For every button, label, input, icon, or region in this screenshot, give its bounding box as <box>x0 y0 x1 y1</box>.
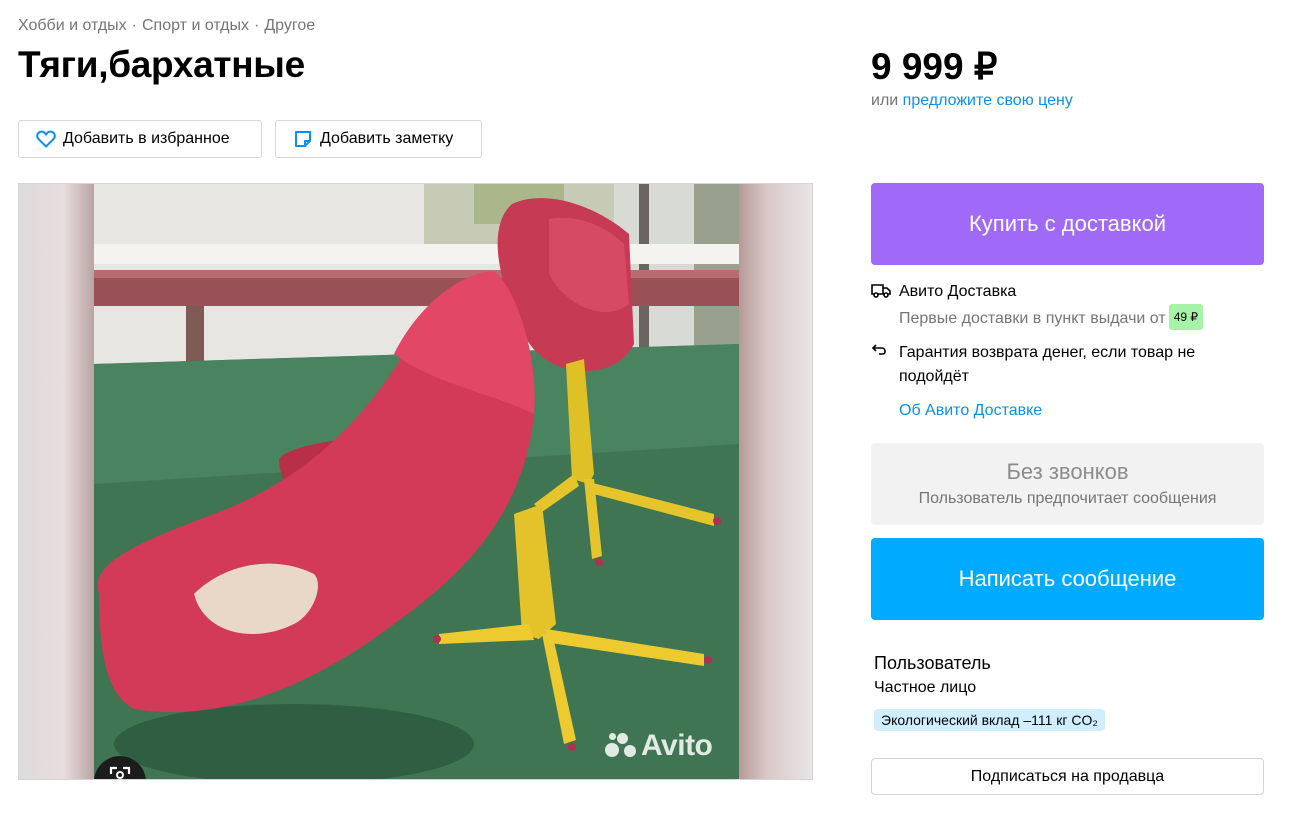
first-delivery-line: Первые доставки в пункт выдачи от 49 ₽ <box>899 304 1204 331</box>
write-message-button[interactable]: Написать сообщение <box>871 538 1264 620</box>
note-icon <box>292 128 314 150</box>
add-to-favorites-button[interactable]: Добавить в избранное <box>18 120 262 158</box>
add-note-button[interactable]: Добавить заметку <box>275 120 482 158</box>
delivery-title: Авито Доставка <box>899 283 1017 300</box>
seller-name[interactable]: Пользователь <box>874 653 991 674</box>
zoom-icon <box>109 765 131 779</box>
about-avito-delivery-link[interactable]: Об Авито Доставке <box>899 402 1042 420</box>
product-photo[interactable] <box>94 184 739 780</box>
offer-price-line: или предложите свою цену <box>871 92 1073 110</box>
truck-icon <box>871 282 891 298</box>
breadcrumb: Хобби и отдых · Спорт и отдых · Другое <box>18 17 315 35</box>
breadcrumb-separator: · <box>131 17 137 34</box>
breadcrumb-item-other[interactable]: Другое <box>264 17 315 34</box>
gallery-blur-right <box>737 184 812 779</box>
avito-watermark-text: Avito <box>641 729 713 762</box>
buy-with-delivery-button[interactable]: Купить с доставкой <box>871 183 1264 265</box>
return-arrow-icon <box>871 343 891 359</box>
offer-price-link[interactable]: предложите свою цену <box>903 92 1073 109</box>
eco-contribution-badge[interactable]: Экологический вклад –111 кг CO₂ <box>874 709 1105 731</box>
avito-logo-icon <box>605 731 639 761</box>
gallery-blur-left <box>19 184 94 779</box>
offer-prefix: или <box>871 92 899 109</box>
no-calls-title: Без звонков <box>1006 459 1129 484</box>
money-back-guarantee: Гарантия возврата денег, если товар не п… <box>871 341 1211 389</box>
delivery-info: Авито Доставка Первые доставки в пункт в… <box>871 280 1204 331</box>
photo-gallery[interactable]: Avito <box>18 183 813 780</box>
no-calls-notice: Без звонков Пользователь предпочитает со… <box>871 443 1264 525</box>
no-calls-subtitle: Пользователь предпочитает сообщения <box>918 490 1217 507</box>
breadcrumb-separator: · <box>254 17 260 34</box>
price: 9 999 ₽ <box>871 46 998 87</box>
seller-type: Частное лицо <box>874 679 977 696</box>
page-title: Тяги,бархатные <box>18 44 305 85</box>
subscribe-to-seller-button[interactable]: Подписаться на продавца <box>871 758 1264 795</box>
breadcrumb-item-sport[interactable]: Спорт и отдых <box>142 17 249 34</box>
avito-watermark: Avito <box>605 729 713 763</box>
guarantee-text: Гарантия возврата денег, если товар не п… <box>899 344 1196 385</box>
price-badge: 49 ₽ <box>1168 304 1204 330</box>
first-delivery-text: Первые доставки в пункт выдачи от <box>899 310 1166 327</box>
add-note-label: Добавить заметку <box>320 130 454 147</box>
breadcrumb-item-hobby[interactable]: Хобби и отдых <box>18 17 127 34</box>
add-to-favorites-label: Добавить в избранное <box>63 130 230 147</box>
heart-icon <box>35 128 57 150</box>
